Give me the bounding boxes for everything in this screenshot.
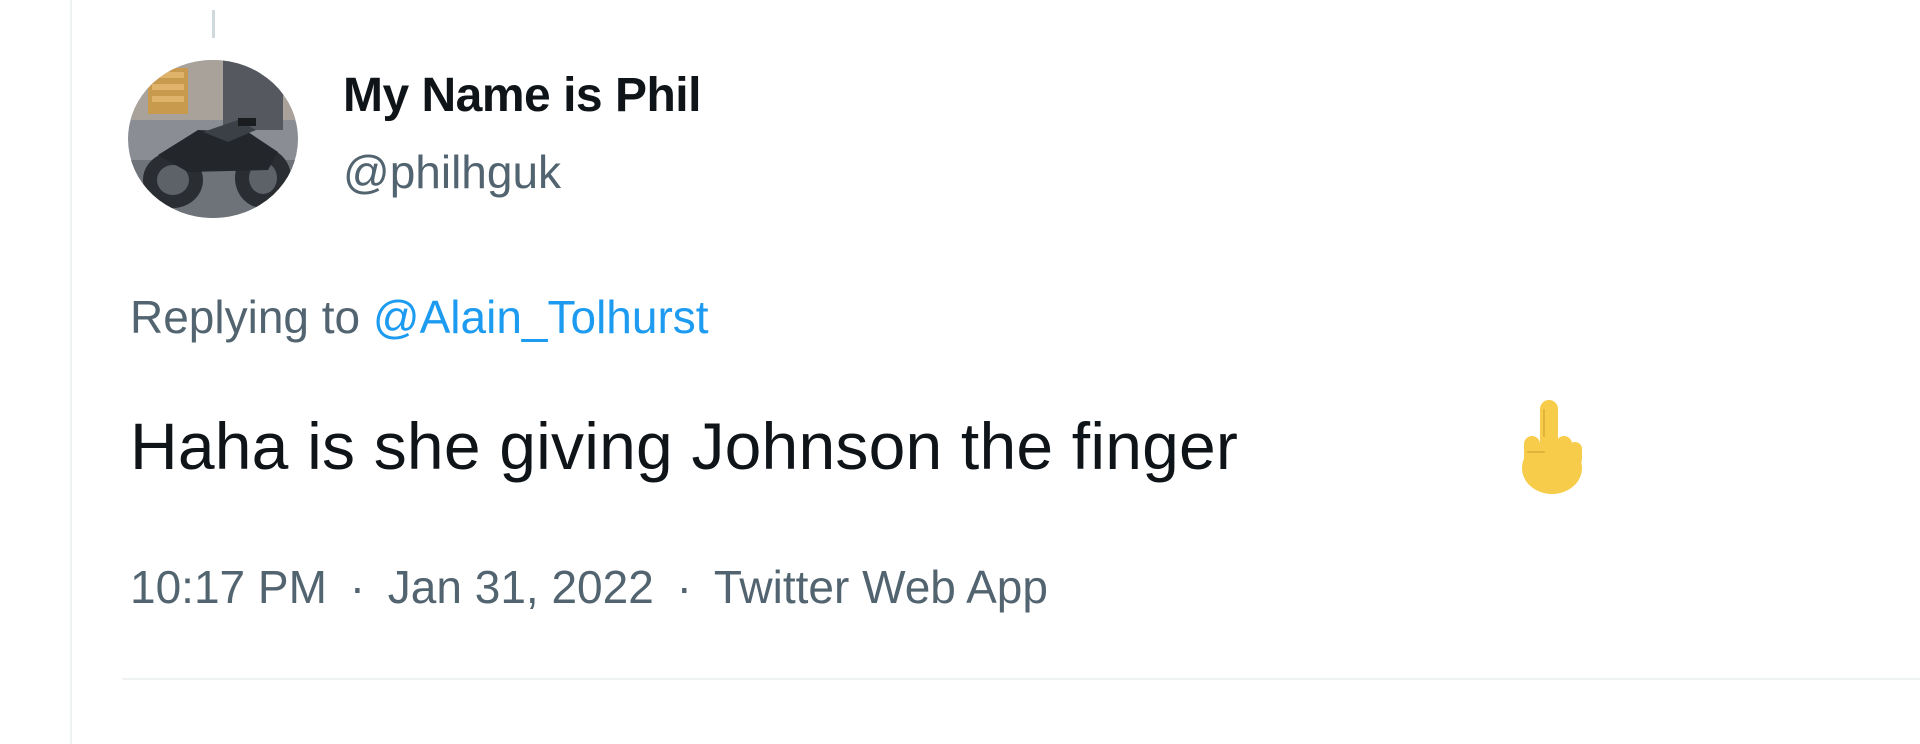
tweet-text: Haha is she giving Johnson the finger — [130, 409, 1239, 483]
tweet-time[interactable]: 10:17 PM — [130, 561, 327, 613]
display-name[interactable]: My Name is Phil — [343, 68, 701, 123]
replying-to-line: Replying to @Alain_Tolhurst — [130, 290, 709, 344]
meta-separator: · — [676, 561, 692, 613]
middle-finger-icon — [1522, 400, 1582, 494]
timeline-border — [70, 0, 72, 744]
thread-connector-line — [212, 10, 215, 38]
user-handle[interactable]: @philhguk — [343, 145, 561, 199]
tweet-metadata: 10:17 PM · Jan 31, 2022 · Twitter Web Ap… — [130, 560, 1048, 614]
avatar-image — [128, 60, 298, 218]
tweet-page: My Name is Phil @philhguk Replying to @A… — [0, 0, 1920, 744]
replying-to-link[interactable]: @Alain_Tolhurst — [373, 291, 709, 343]
meta-separator: · — [349, 561, 366, 613]
divider — [122, 678, 1920, 680]
tweet-date[interactable]: Jan 31, 2022 — [388, 561, 654, 613]
tweet-source: Twitter Web App — [713, 561, 1048, 613]
avatar[interactable] — [128, 60, 298, 218]
replying-prefix: Replying to — [130, 291, 361, 343]
